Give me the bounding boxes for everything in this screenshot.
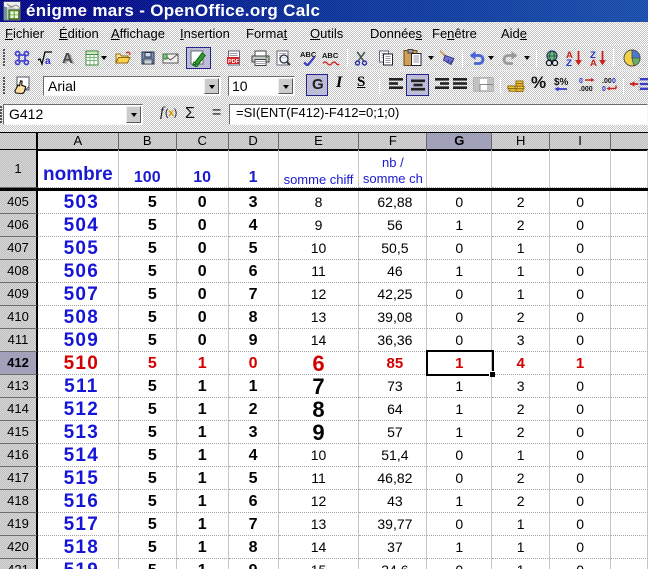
- svg-text:0: 0: [612, 78, 616, 85]
- svg-text:.00: .00: [602, 78, 612, 85]
- svg-text:0: 0: [579, 78, 583, 85]
- svg-text:0: 0: [602, 86, 606, 92]
- svg-text:.000: .000: [579, 86, 593, 92]
- svg-text:$%: $%: [554, 77, 569, 88]
